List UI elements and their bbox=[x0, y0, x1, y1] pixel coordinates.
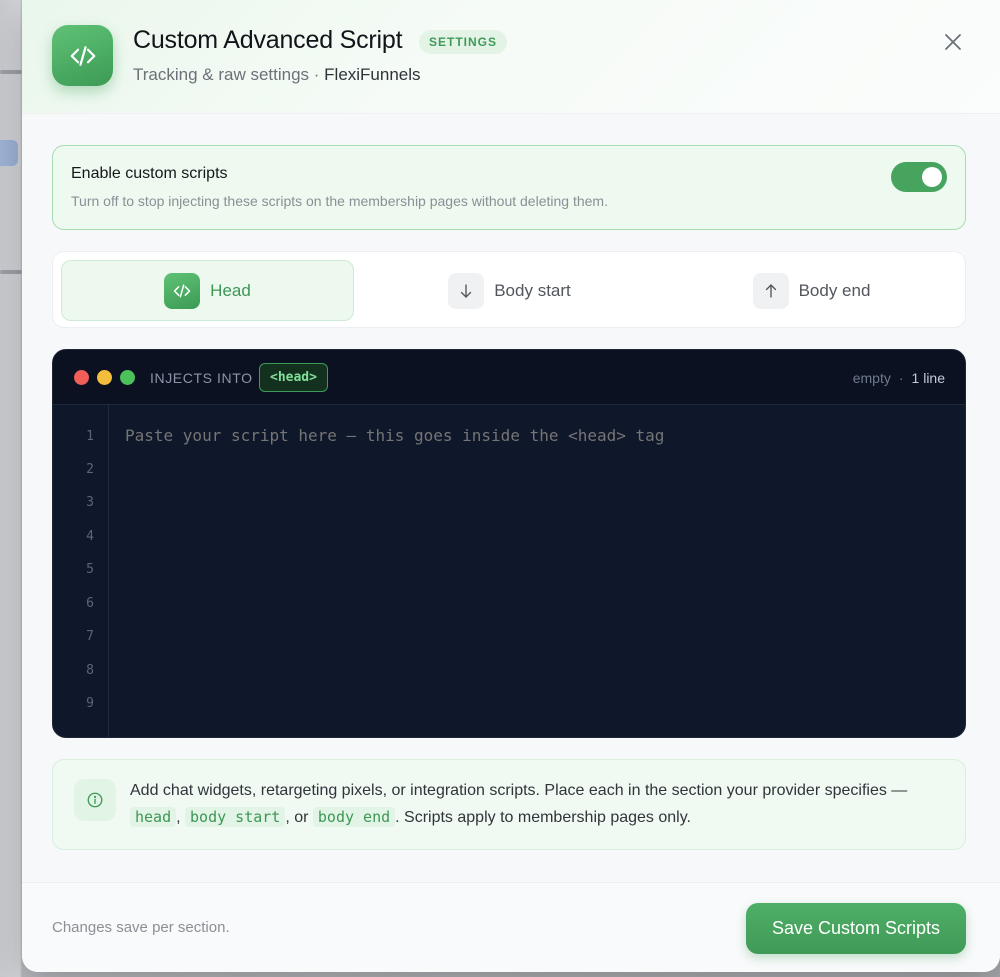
info-text: Add chat widgets, retargeting pixels, or… bbox=[130, 777, 955, 831]
enable-scripts-toggle[interactable] bbox=[891, 162, 947, 192]
modal-footer: Changes save per section. Save Custom Sc… bbox=[22, 882, 1000, 972]
modal-title: Custom Advanced Script bbox=[133, 26, 403, 54]
line-number: 4 bbox=[86, 529, 94, 544]
line-number: 3 bbox=[86, 495, 94, 510]
tab-body-start[interactable]: Body start bbox=[363, 260, 656, 321]
injects-into-label: INJECTS INTO bbox=[150, 370, 253, 386]
backdrop-line bbox=[0, 270, 22, 274]
code-body-end: body end bbox=[312, 807, 396, 827]
target-tag-chip: <head> bbox=[259, 363, 328, 392]
tab-label: Body end bbox=[798, 280, 871, 300]
editor-header: INJECTS INTO <head> empty · 1 line bbox=[53, 350, 965, 405]
line-number: 1 bbox=[86, 429, 94, 444]
code-head: head bbox=[130, 807, 177, 827]
line-count: 1 line bbox=[911, 370, 945, 386]
tab-label: Body start bbox=[494, 280, 571, 300]
window-dot-red bbox=[74, 370, 89, 385]
backdrop-line bbox=[0, 70, 22, 74]
toggle-description: Turn off to stop injecting these scripts… bbox=[71, 193, 608, 209]
info-sep: , bbox=[176, 809, 186, 826]
save-scripts-button[interactable]: Save Custom Scripts bbox=[746, 903, 966, 954]
modal-subtitle: Tracking & raw settings · FlexiFunnels bbox=[133, 65, 421, 85]
toggle-title: Enable custom scripts bbox=[71, 165, 228, 182]
toggle-knob bbox=[922, 167, 942, 187]
code-icon bbox=[164, 272, 201, 309]
tab-head[interactable]: Head bbox=[61, 260, 354, 321]
line-number: 6 bbox=[86, 596, 94, 611]
script-editor: INJECTS INTO <head> empty · 1 line 1 2 3 4… bbox=[52, 349, 966, 738]
tab-label: Head bbox=[210, 280, 251, 300]
subtitle-text: Tracking & raw settings · bbox=[133, 65, 325, 84]
line-number: 2 bbox=[86, 462, 94, 477]
modal-header: Custom Advanced Script SETTINGS Tracking… bbox=[22, 0, 1000, 114]
info-text-intro: Add chat widgets, retargeting pixels, or… bbox=[130, 782, 908, 799]
tab-body-end[interactable]: Body end bbox=[665, 260, 958, 321]
window-dot-green bbox=[120, 370, 135, 385]
code-icon bbox=[52, 25, 113, 86]
line-number-gutter: 1 2 3 4 5 6 7 8 9 bbox=[53, 405, 109, 737]
info-text-outro: . Scripts apply to membership pages only… bbox=[395, 809, 691, 826]
arrow-up-icon bbox=[752, 272, 789, 309]
modal-body: Enable custom scripts Turn off to stop i… bbox=[22, 114, 1000, 882]
section-tabs: Head Body start Body end bbox=[52, 251, 966, 328]
code-body-start: body start bbox=[185, 807, 286, 827]
backdrop-highlight bbox=[0, 140, 18, 166]
info-icon bbox=[74, 779, 116, 821]
arrow-down-icon bbox=[448, 272, 485, 309]
window-dot-yellow bbox=[97, 370, 112, 385]
close-icon bbox=[945, 34, 961, 50]
line-number: 5 bbox=[86, 562, 94, 577]
info-card: Add chat widgets, retargeting pixels, or… bbox=[52, 759, 966, 850]
close-button[interactable] bbox=[938, 27, 968, 57]
settings-badge: SETTINGS bbox=[419, 30, 508, 54]
info-sep: , or bbox=[285, 809, 313, 826]
line-number: 9 bbox=[86, 696, 94, 711]
line-number: 7 bbox=[86, 629, 94, 644]
footer-note: Changes save per section. bbox=[52, 919, 230, 936]
subtitle-brand: FlexiFunnels bbox=[324, 65, 421, 84]
line-number: 8 bbox=[86, 663, 94, 678]
script-input[interactable] bbox=[110, 405, 965, 737]
editor-status: empty bbox=[852, 370, 891, 386]
meta-separator: · bbox=[898, 370, 904, 386]
editor-meta: empty · 1 line bbox=[853, 370, 945, 386]
enable-scripts-card: Enable custom scripts Turn off to stop i… bbox=[52, 145, 966, 230]
custom-script-modal: Custom Advanced Script SETTINGS Tracking… bbox=[22, 0, 1000, 972]
